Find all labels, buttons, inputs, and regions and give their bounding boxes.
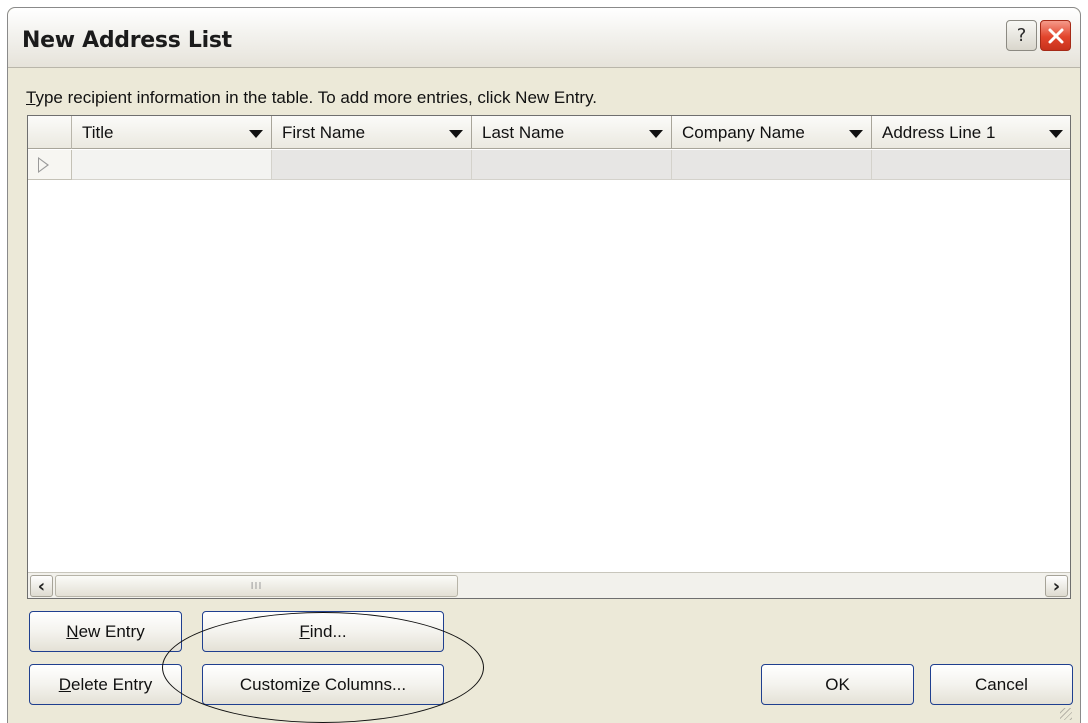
column-header-company-name[interactable]: Company Name [672,116,872,149]
new-address-list-dialog: New Address List ? Type recipient inform… [7,7,1081,723]
resize-grip-icon[interactable] [1060,708,1072,720]
cancel-button[interactable]: Cancel [930,664,1073,705]
dialog-title: New Address List [22,28,232,53]
delete-entry-button[interactable]: Delete Entry [29,664,182,705]
close-icon [1048,28,1063,43]
title-bar[interactable]: New Address List ? [8,8,1080,68]
help-button[interactable]: ? [1006,20,1037,51]
grip-icon: III [250,580,263,592]
cell-last-name[interactable] [472,150,672,180]
address-table[interactable]: Title First Name Last Name Company Name … [27,115,1071,599]
table-row[interactable] [28,150,1070,180]
column-header-first-name[interactable]: First Name [272,116,472,149]
dropdown-arrow-icon[interactable] [449,129,463,138]
customize-columns-button[interactable]: Customi z e Columns... [202,664,444,705]
cell-address-line-1[interactable] [872,150,1070,180]
column-header-last-name[interactable]: Last Name [472,116,672,149]
close-button[interactable] [1040,20,1071,51]
cell-company-name[interactable] [672,150,872,180]
chevron-right-icon: › [1052,575,1061,597]
chevron-left-icon: ‹ [37,575,46,597]
instruction-text: Type recipient information in the table.… [26,88,598,107]
help-icon: ? [1016,25,1027,46]
column-header-title[interactable]: Title [72,116,272,149]
scroll-right-button[interactable]: › [1045,575,1068,597]
column-header-address-line-1[interactable]: Address Line 1 [872,116,1070,149]
new-row-indicator-icon [38,157,49,173]
find-button[interactable]: Find... [202,611,444,652]
dropdown-arrow-icon[interactable] [1049,129,1063,138]
dropdown-arrow-icon[interactable] [649,129,663,138]
horizontal-scrollbar[interactable]: ‹ III › [28,572,1070,598]
select-all-corner[interactable] [28,116,72,149]
dropdown-arrow-icon[interactable] [849,129,863,138]
dropdown-arrow-icon[interactable] [249,129,263,138]
new-entry-button[interactable]: New Entry [29,611,182,652]
scrollbar-thumb[interactable]: III [55,575,458,597]
scroll-left-button[interactable]: ‹ [30,575,53,597]
cell-title[interactable] [72,150,272,180]
table-header: Title First Name Last Name Company Name … [28,116,1070,149]
row-selector[interactable] [28,150,72,180]
cell-first-name[interactable] [272,150,472,180]
ok-button[interactable]: OK [761,664,914,705]
